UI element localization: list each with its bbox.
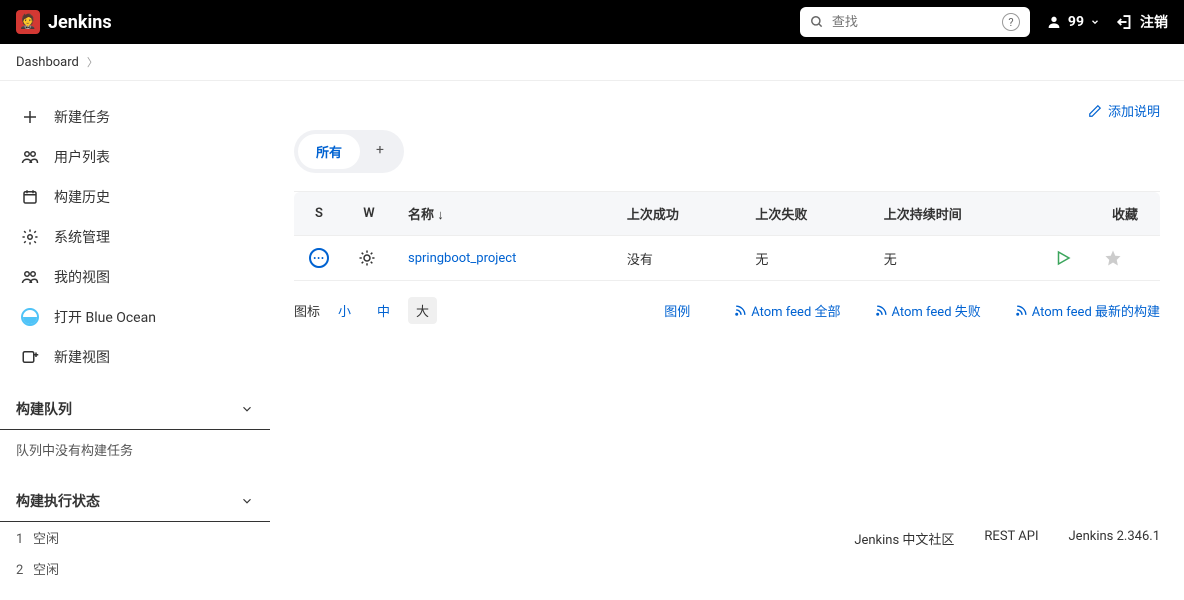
newview-icon — [20, 347, 40, 367]
chevron-down-icon — [1090, 17, 1100, 27]
favorite-star-icon[interactable] — [1104, 249, 1146, 267]
sidebar-item-label: 用户列表 — [54, 147, 110, 167]
sidebar-item-label: 我的视图 — [54, 267, 110, 287]
tab-add[interactable]: + — [360, 134, 400, 169]
footer-version[interactable]: Jenkins 2.346.1 — [1069, 529, 1161, 548]
history-icon — [20, 187, 40, 207]
executor-row: 2 空闲 — [0, 553, 270, 584]
header-right: ? 99 注销 — [800, 7, 1168, 37]
queue-title: 构建队列 — [16, 399, 72, 419]
brand-name: Jenkins — [48, 12, 112, 33]
sidebar-item-label: 新建视图 — [54, 347, 110, 367]
cell-last-failure: 无 — [741, 236, 869, 281]
search-icon — [810, 15, 824, 29]
table-footer: 图标 小 中 大 图例 Atom feed 全部 Atom feed 失败 At… — [294, 297, 1160, 324]
executor-title: 构建执行状态 — [16, 491, 100, 511]
weather-sunny-icon — [358, 249, 380, 267]
footer-community[interactable]: Jenkins 中文社区 — [854, 529, 954, 548]
queue-empty: 队列中没有构建任务 — [0, 430, 270, 469]
users-icon — [20, 147, 40, 167]
sidebar-item-users[interactable]: 用户列表 — [16, 137, 254, 177]
cell-last-duration: 无 — [870, 236, 1040, 281]
col-name[interactable]: 名称 ↓ — [394, 192, 613, 236]
sidebar-item-myviews[interactable]: 我的视图 — [16, 257, 254, 297]
sidebar-item-newview[interactable]: 新建视图 — [16, 337, 254, 377]
rss-icon — [734, 304, 747, 317]
page-footer: Jenkins 中文社区 REST API Jenkins 2.346.1 — [854, 529, 1160, 548]
blue-ocean-icon — [20, 307, 40, 327]
breadcrumb: Dashboard 〉 — [0, 44, 1184, 81]
jenkins-logo-icon: 🤵 — [16, 10, 40, 34]
chevron-down-icon — [240, 494, 254, 508]
breadcrumb-item[interactable]: Dashboard — [16, 55, 79, 70]
sidebar-item-history[interactable]: 构建历史 — [16, 177, 254, 217]
logout-label: 注销 — [1140, 12, 1168, 32]
help-icon[interactable]: ? — [1002, 13, 1020, 31]
rss-icon — [875, 304, 888, 317]
feed-fail-link[interactable]: Atom feed 失败 — [875, 301, 981, 320]
col-run — [1040, 192, 1090, 236]
sidebar-item-label: 新建任务 — [54, 107, 110, 127]
logout-link[interactable]: 注销 — [1116, 12, 1168, 32]
icon-size-medium[interactable]: 中 — [369, 297, 398, 324]
feed-all-link[interactable]: Atom feed 全部 — [734, 301, 840, 320]
sidebar-item-blueocean[interactable]: 打开 Blue Ocean — [16, 297, 254, 337]
feed-latest-link[interactable]: Atom feed 最新的构建 — [1015, 301, 1160, 320]
plus-icon — [20, 107, 40, 127]
search-container[interactable]: ? — [800, 7, 1030, 37]
user-menu[interactable]: 99 — [1046, 14, 1100, 30]
table-row: ••• springboot_project 没有 无 无 — [294, 236, 1160, 281]
sidebar-item-label: 构建历史 — [54, 187, 110, 207]
top-header: 🤵 Jenkins ? 99 注销 — [0, 0, 1184, 44]
executor-row: 1 空闲 — [0, 522, 270, 553]
view-tabs: 所有 + — [294, 130, 404, 173]
edit-icon — [1088, 104, 1102, 118]
job-table: S W 名称 ↓ 上次成功 上次失败 上次持续时间 收藏 ••• springb… — [294, 191, 1160, 281]
col-status[interactable]: S — [294, 192, 344, 236]
build-queue-header[interactable]: 构建队列 — [0, 389, 270, 430]
job-link[interactable]: springboot_project — [408, 251, 516, 266]
run-build-icon[interactable] — [1054, 249, 1076, 267]
icon-size-label: 图标 — [294, 301, 320, 320]
add-description-link[interactable]: 添加说明 — [1088, 101, 1160, 120]
col-favorite[interactable]: 收藏 — [1090, 192, 1160, 236]
cell-last-success: 没有 — [613, 236, 741, 281]
views-icon — [20, 267, 40, 287]
icon-size-large[interactable]: 大 — [408, 297, 437, 324]
col-weather[interactable]: W — [344, 192, 394, 236]
legend-link[interactable]: 图例 — [664, 301, 690, 320]
main-content: 添加说明 所有 + S W 名称 ↓ 上次成功 上次失败 上次持续时间 收藏 — [270, 81, 1184, 600]
search-input[interactable] — [832, 15, 1002, 30]
footer-restapi[interactable]: REST API — [984, 529, 1038, 548]
chevron-right-icon: 〉 — [87, 54, 98, 70]
chevron-down-icon — [240, 402, 254, 416]
sidebar: 新建任务 用户列表 构建历史 系统管理 我的视图 打开 Blue Ocean — [0, 81, 270, 600]
col-last-failure[interactable]: 上次失败 — [741, 192, 869, 236]
icon-size-small[interactable]: 小 — [330, 297, 359, 324]
rss-icon — [1015, 304, 1028, 317]
logo[interactable]: 🤵 Jenkins — [16, 10, 112, 34]
user-label: 99 — [1068, 14, 1084, 30]
tab-all[interactable]: 所有 — [298, 134, 360, 169]
executor-header[interactable]: 构建执行状态 — [0, 481, 270, 522]
col-last-duration[interactable]: 上次持续时间 — [870, 192, 1040, 236]
user-icon — [1046, 14, 1062, 30]
sidebar-item-manage[interactable]: 系统管理 — [16, 217, 254, 257]
status-notbuilt-icon: ••• — [309, 248, 329, 268]
sidebar-item-label: 系统管理 — [54, 227, 110, 247]
col-last-success[interactable]: 上次成功 — [613, 192, 741, 236]
sidebar-item-label: 打开 Blue Ocean — [54, 307, 156, 327]
gear-icon — [20, 227, 40, 247]
logout-icon — [1116, 13, 1134, 31]
sidebar-item-new[interactable]: 新建任务 — [16, 97, 254, 137]
